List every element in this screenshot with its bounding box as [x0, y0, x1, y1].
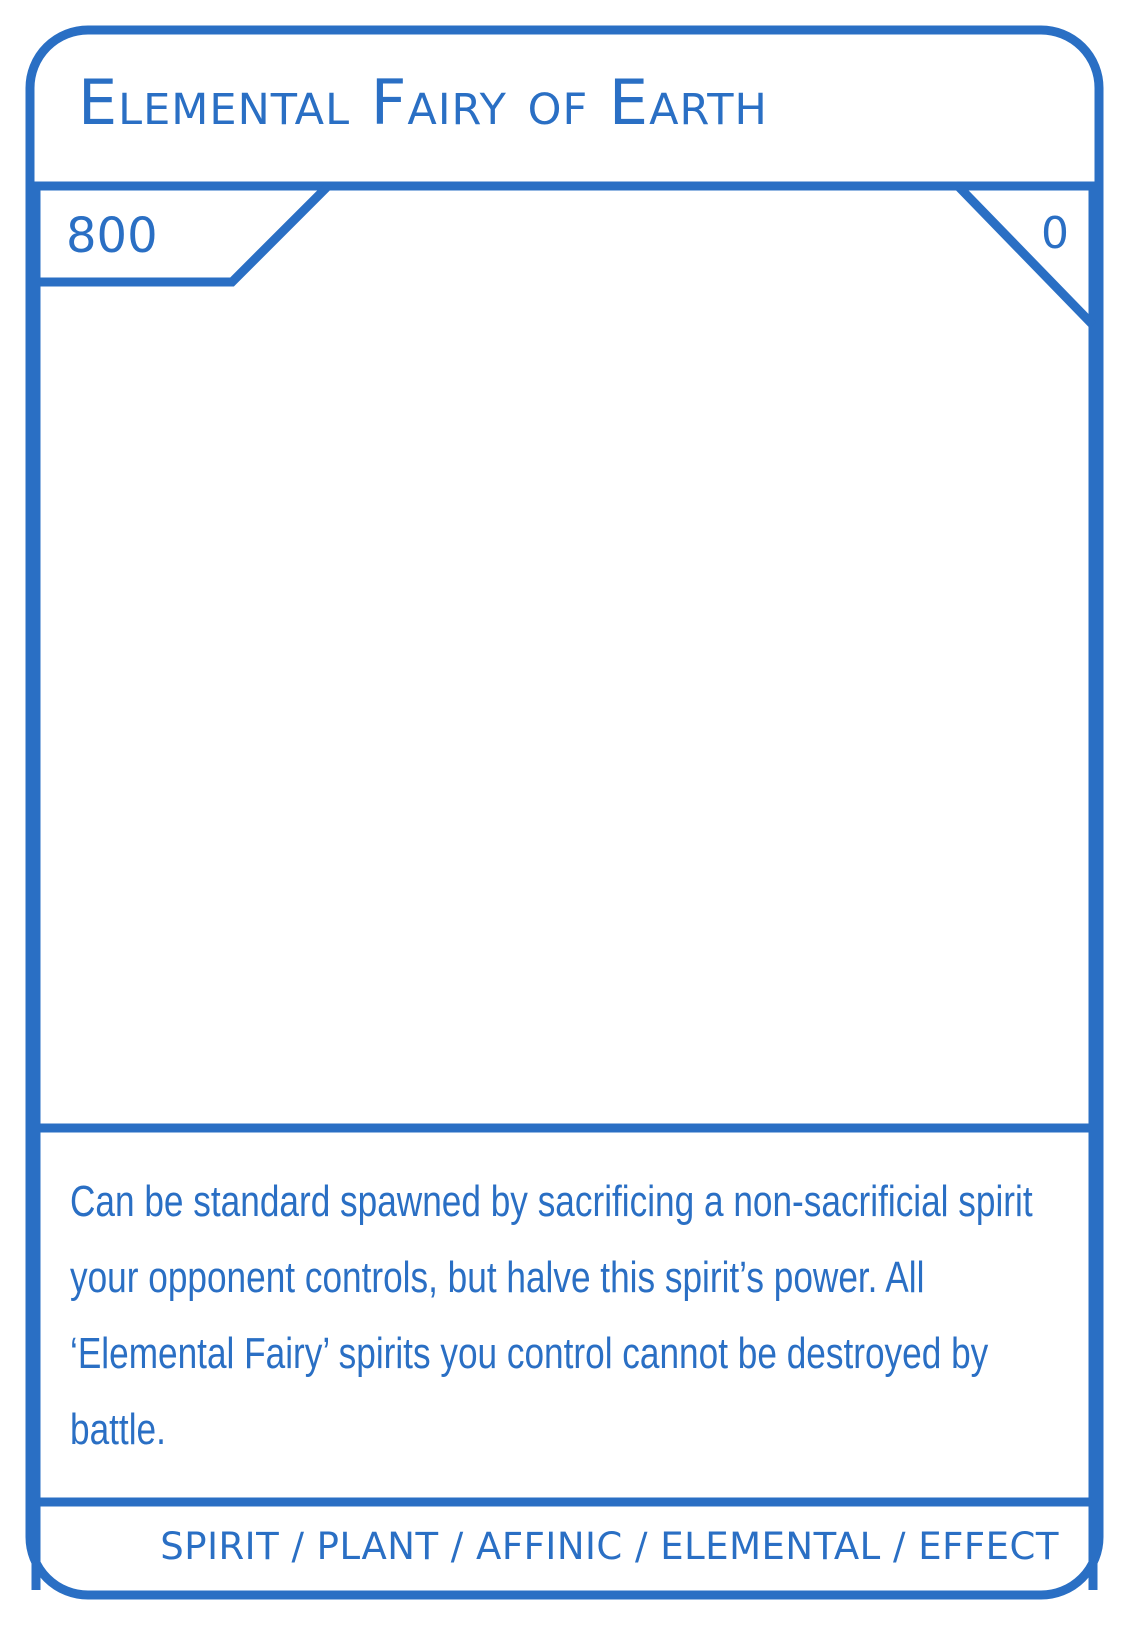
type-line: SPIRIT / PLANT / AFFINIC / ELEMENTAL / E…	[160, 1525, 1059, 1568]
cost-value: 0	[1041, 208, 1069, 259]
power-value: 800	[66, 208, 158, 264]
effect-text: Can be standard spawned by sacrificing a…	[70, 1177, 1033, 1454]
art-area	[36, 290, 1094, 1120]
card: Elemental Fairy of Earth 800 0 Can be st…	[0, 0, 1125, 1625]
card-title: Elemental Fairy of Earth	[78, 66, 768, 139]
